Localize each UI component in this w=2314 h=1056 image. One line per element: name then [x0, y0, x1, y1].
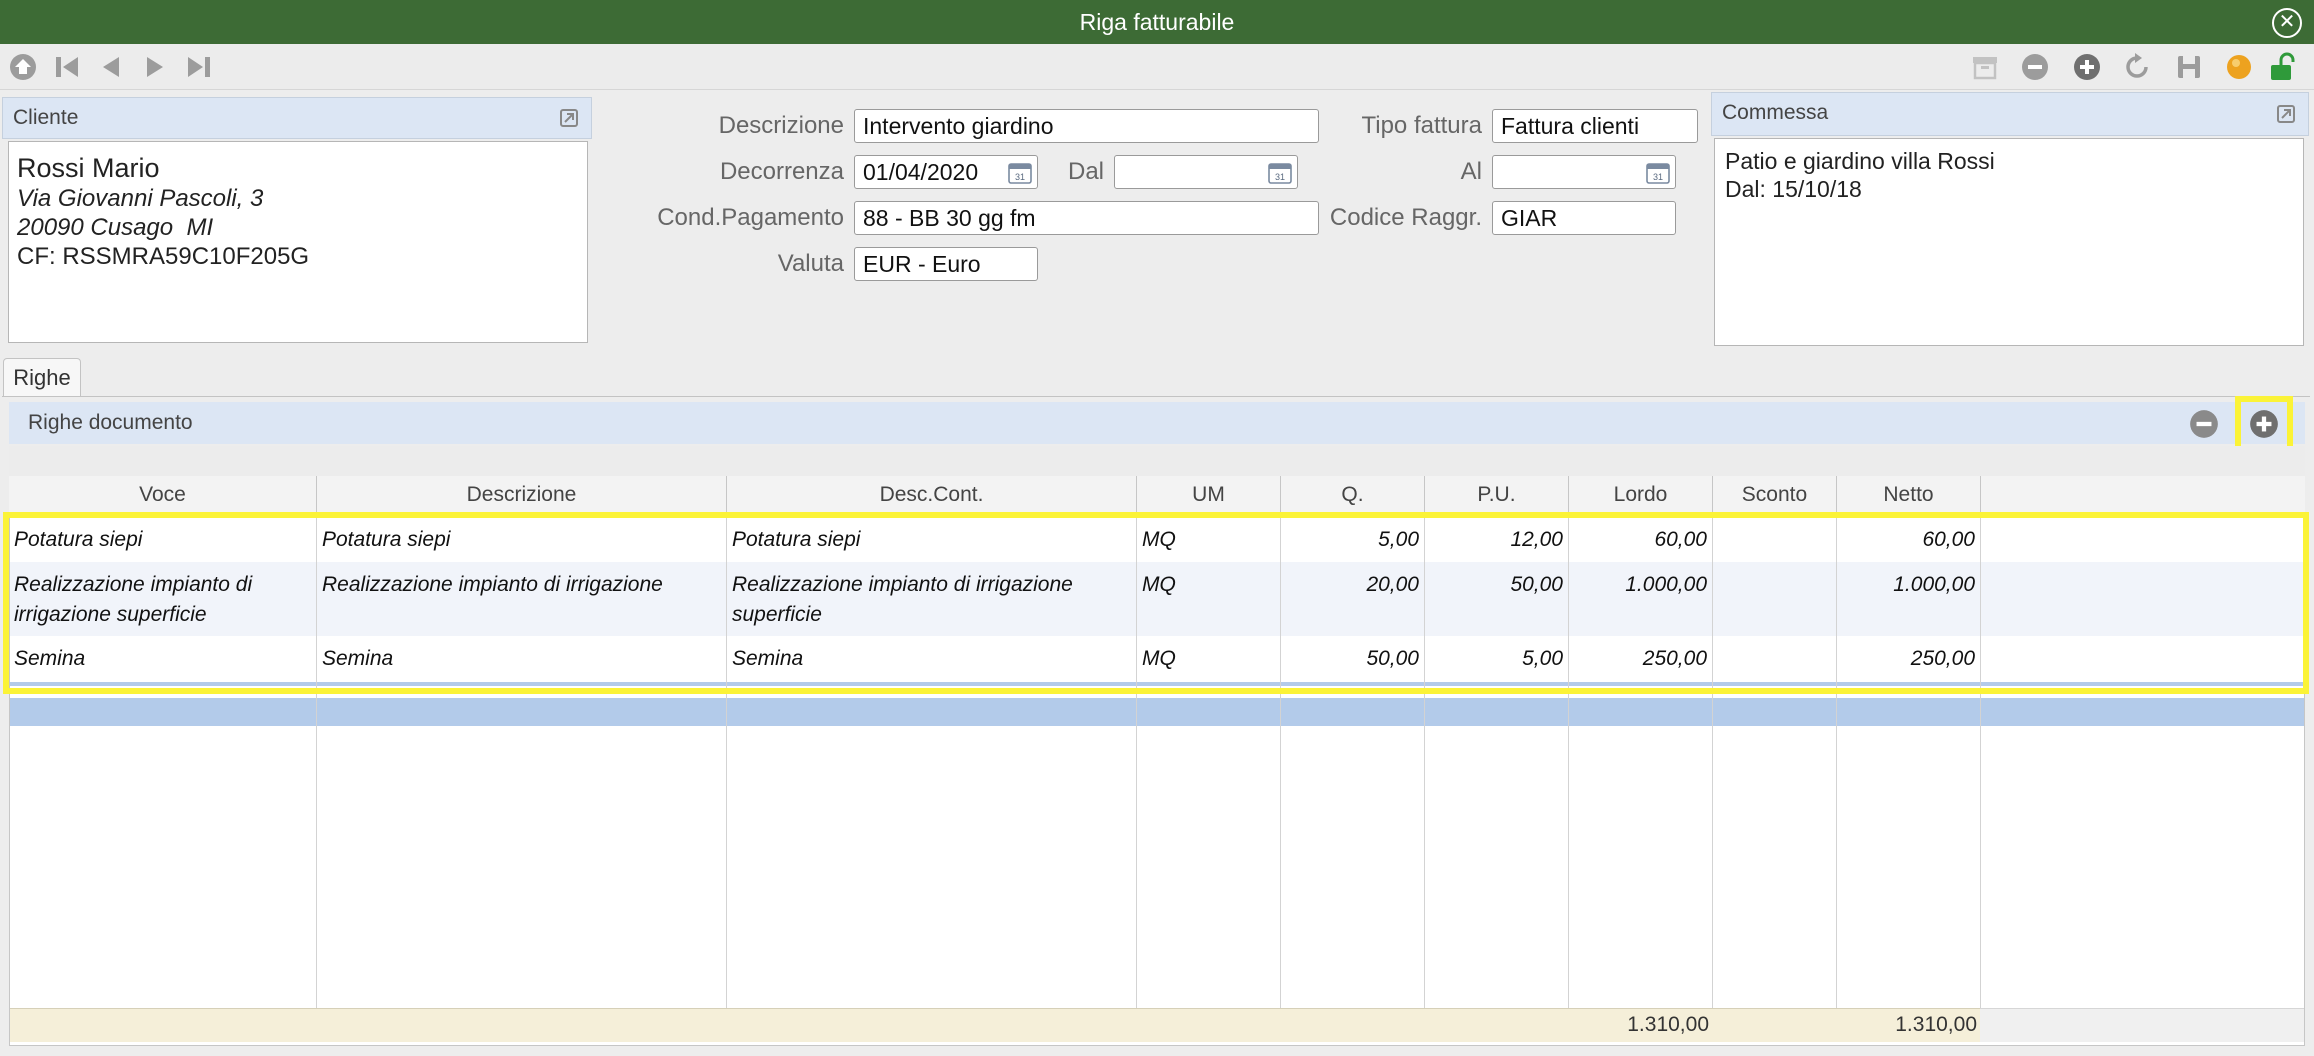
cliente-header-label: Cliente	[13, 106, 79, 129]
commessa-line1: Patio e giardino villa Rossi	[1725, 148, 1995, 174]
link-icon[interactable]	[559, 108, 579, 128]
col-header-voce[interactable]: Voce	[9, 476, 317, 514]
home-icon[interactable]	[8, 52, 38, 82]
remove-row-icon[interactable]	[2188, 408, 2220, 440]
add-icon[interactable]	[2072, 52, 2102, 82]
next-record-icon[interactable]	[140, 52, 170, 82]
col-header-sconto[interactable]: Sconto	[1713, 476, 1837, 514]
previous-record-icon[interactable]	[96, 52, 126, 82]
decorrenza-label: Decorrenza	[719, 158, 844, 185]
status-orange-icon[interactable]	[2224, 52, 2254, 82]
col-header-descrizione[interactable]: Descrizione	[317, 476, 727, 514]
table-row-selected[interactable]	[10, 698, 2304, 726]
valuta-label: Valuta	[777, 250, 844, 277]
tab-righe[interactable]: Righe	[3, 358, 81, 396]
link-icon[interactable]	[2276, 104, 2296, 124]
col-header-pu[interactable]: P.U.	[1425, 476, 1569, 514]
cliente-name: Rossi Mario	[17, 153, 160, 183]
col-header-q[interactable]: Q.	[1281, 476, 1425, 514]
col-header-um[interactable]: UM	[1137, 476, 1281, 514]
commessa-line2: Dal: 15/10/18	[1725, 176, 1862, 202]
calendar-icon[interactable]: 31	[1646, 162, 1670, 184]
total-lordo: 1.310,00	[1627, 1013, 1709, 1036]
col-header-netto[interactable]: Netto	[1837, 476, 1981, 514]
tab-divider	[2, 396, 2310, 397]
col-header-desc-cont[interactable]: Desc.Cont.	[727, 476, 1137, 514]
righe-header-label: Righe documento	[28, 411, 193, 434]
dal-label: Dal	[1067, 158, 1104, 185]
tipo-fattura-field[interactable]: Fattura clienti	[1492, 109, 1698, 143]
first-record-icon[interactable]	[52, 52, 82, 82]
cliente-cf: CF: RSSMRA59C10F205G	[17, 243, 310, 270]
archive-icon[interactable]	[1970, 52, 2000, 82]
al-field[interactable]: 31	[1492, 155, 1676, 189]
righe-toolbar-spacer	[9, 446, 2305, 476]
cliente-panel-header: Cliente	[2, 97, 592, 139]
unlock-icon[interactable]	[2268, 52, 2298, 82]
descrizione-label: Descrizione	[718, 112, 844, 139]
remove-icon[interactable]	[2020, 52, 2050, 82]
last-record-icon[interactable]	[184, 52, 214, 82]
codice-raggr-label: Codice Raggr.	[1329, 204, 1482, 231]
totals-row-empty	[1980, 1008, 2304, 1042]
tipo-fattura-label: Tipo fattura	[1361, 112, 1482, 139]
al-label: Al	[1460, 158, 1482, 185]
cond-pagamento-label: Cond.Pagamento	[657, 204, 844, 231]
total-netto: 1.310,00	[1895, 1013, 1977, 1036]
close-icon[interactable]: ✕	[2272, 8, 2302, 38]
righe-section-header: Righe documento	[9, 402, 2305, 444]
cliente-address2: 20090 Cusago MI	[17, 214, 214, 241]
toolbar	[0, 44, 2314, 90]
commessa-panel-header: Commessa	[1711, 92, 2309, 136]
commessa-panel: Patio e giardino villa Rossi Dal: 15/10/…	[1714, 138, 2304, 346]
rows-highlight	[3, 512, 2309, 694]
col-header-lordo[interactable]: Lordo	[1569, 476, 1713, 514]
save-icon[interactable]	[2174, 52, 2204, 82]
codice-raggr-field[interactable]: GIAR	[1492, 201, 1676, 235]
title-bar: Riga fatturabile ✕	[0, 0, 2314, 44]
app-window: Riga fatturabile ✕ Cliente Rossi Mario V…	[0, 0, 2314, 1056]
commessa-header-label: Commessa	[1722, 101, 1829, 124]
cliente-address1: Via Giovanni Pascoli, 3	[17, 185, 264, 212]
window-title: Riga fatturabile	[1079, 9, 1235, 35]
refresh-icon[interactable]	[2122, 52, 2152, 82]
cliente-panel: Rossi Mario Via Giovanni Pascoli, 3 2009…	[8, 141, 588, 343]
valuta-field[interactable]: EUR - Euro	[854, 247, 1038, 281]
svg-text:31: 31	[1653, 172, 1663, 182]
